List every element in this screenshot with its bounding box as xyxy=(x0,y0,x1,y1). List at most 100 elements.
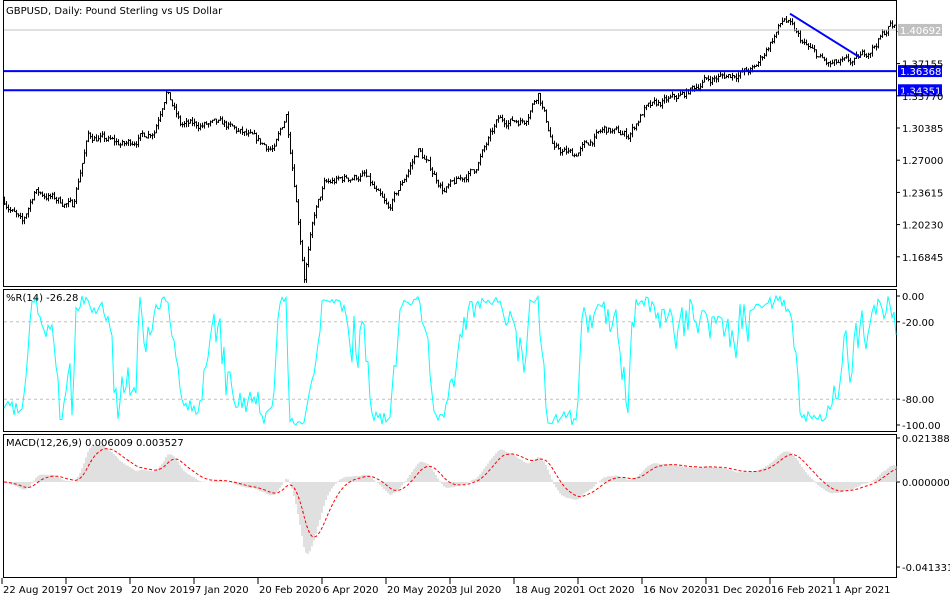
price-bar xyxy=(403,178,406,183)
price-bar xyxy=(343,173,346,183)
price-bar xyxy=(621,130,624,136)
price-bar xyxy=(327,178,330,184)
price-bar xyxy=(853,57,856,65)
price-bar xyxy=(775,31,778,39)
price-bar xyxy=(381,191,384,198)
price-bar xyxy=(203,121,206,129)
price-bar xyxy=(279,127,282,136)
price-bar xyxy=(351,177,354,181)
overlays: 1.363681.34351 xyxy=(4,12,942,97)
price-bar xyxy=(583,140,586,148)
price-bar xyxy=(453,177,456,185)
price-bar xyxy=(275,138,278,147)
price-bar xyxy=(419,147,422,153)
price-bar xyxy=(209,120,212,127)
price-bar xyxy=(287,111,290,139)
date-tick-label: 1 Oct 2020 xyxy=(579,585,634,596)
price-bar xyxy=(875,43,878,51)
price-bar xyxy=(371,180,374,186)
price-bar xyxy=(277,131,280,142)
price-bar xyxy=(7,204,10,213)
price-bar xyxy=(435,172,438,184)
price-bar xyxy=(321,186,324,201)
price-bar xyxy=(873,45,876,49)
price-bar xyxy=(577,152,580,157)
price-bar xyxy=(883,29,886,36)
price-bar xyxy=(235,126,238,134)
price-bar xyxy=(183,121,186,128)
price-bar xyxy=(547,121,550,132)
price-bar xyxy=(861,49,864,56)
price-bar xyxy=(717,73,720,83)
price-bar xyxy=(51,192,54,200)
price-bar xyxy=(879,34,882,40)
price-bar xyxy=(239,128,242,134)
price-bar xyxy=(485,142,488,151)
wpr-tick-label: -20.00 xyxy=(902,318,934,329)
price-bar xyxy=(773,34,776,44)
price-bar xyxy=(553,140,556,150)
price-bar xyxy=(155,124,158,134)
price-bar xyxy=(389,203,392,211)
price-bar xyxy=(181,122,184,128)
price-bar xyxy=(659,101,662,108)
price-bar xyxy=(29,199,32,212)
price-bar xyxy=(121,139,124,146)
price-bar xyxy=(557,143,560,150)
price-bar xyxy=(617,125,620,133)
price-bars xyxy=(3,16,898,283)
price-bar xyxy=(215,118,218,125)
price-bar xyxy=(247,129,250,137)
price-bar xyxy=(573,153,576,158)
price-bar xyxy=(509,118,512,127)
wpr-line xyxy=(3,294,897,426)
price-bar xyxy=(229,121,232,127)
price-bar xyxy=(467,171,470,183)
price-bar xyxy=(219,116,222,121)
price-bar xyxy=(523,120,526,125)
price-bar xyxy=(825,57,828,66)
price-bar xyxy=(807,43,810,50)
price-bar xyxy=(587,142,590,146)
date-tick-label: 31 Dec 2020 xyxy=(707,585,771,596)
price-bar xyxy=(561,148,564,156)
price-bar xyxy=(267,146,270,153)
price-bar xyxy=(811,44,814,49)
price-bar xyxy=(117,139,120,146)
price-bar xyxy=(829,60,832,68)
price-bar xyxy=(213,118,216,121)
price-bar xyxy=(759,54,762,66)
price-bar xyxy=(253,129,256,135)
price-bar xyxy=(653,97,656,105)
price-bar xyxy=(293,164,296,188)
price-bar xyxy=(703,74,706,83)
price-bar xyxy=(205,121,208,125)
price-bar xyxy=(385,198,388,205)
price-bar xyxy=(347,177,350,183)
date-tick-label: 18 Aug 2020 xyxy=(515,585,579,596)
price-tick-label: 1.37155 xyxy=(902,60,943,71)
price-bar xyxy=(555,142,558,148)
price-bar xyxy=(877,38,880,49)
price-bar xyxy=(299,219,302,245)
price-bar xyxy=(119,142,122,148)
price-bar xyxy=(271,145,274,153)
price-bar xyxy=(889,20,892,27)
price-bar xyxy=(543,106,546,112)
price-bar xyxy=(887,25,890,36)
price-bar xyxy=(451,180,454,182)
price-bar xyxy=(413,155,416,165)
current-price-label: 1.40692 xyxy=(900,26,941,37)
price-bar xyxy=(5,201,8,210)
price-bar xyxy=(527,114,530,125)
price-bar xyxy=(217,119,220,123)
price-bar xyxy=(311,221,314,239)
price-bar xyxy=(91,133,94,144)
price-bar xyxy=(487,136,490,146)
price-bar xyxy=(475,169,478,174)
price-bar xyxy=(165,90,168,105)
price-bar xyxy=(147,130,150,139)
price-bar xyxy=(77,178,80,190)
price-bar xyxy=(263,142,266,146)
price-bar xyxy=(225,120,228,130)
